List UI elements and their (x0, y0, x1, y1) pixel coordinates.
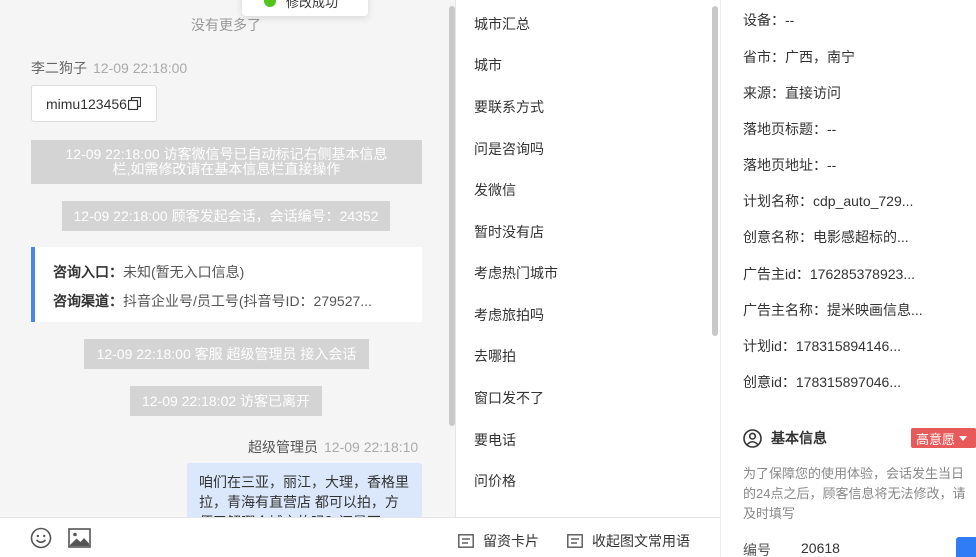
info-landing-title: 落地页标题：-- (743, 121, 837, 137)
intent-level-label: 高意愿 (916, 431, 956, 447)
collapse-phrases-button[interactable]: 收起图文常用语 (567, 531, 690, 551)
quick-reply-item[interactable]: 问价格 (474, 471, 516, 491)
lead-card-button[interactable]: 留资卡片 (458, 531, 539, 551)
wechat-id-text: mimu123456 (46, 95, 127, 112)
basic-info-section-title: 基本信息 (743, 428, 827, 448)
toast-text: 修改成功 (286, 0, 339, 10)
chat-message-list[interactable]: 没有更多了 李二狗子 12-09 22:18:00 mimu123456 12-0… (0, 0, 456, 517)
quick-reply-item[interactable]: 问是咨询吗 (474, 139, 544, 159)
info-plan-id: 计划id：178315894146... (743, 338, 901, 354)
quick-reply-item[interactable]: 窗口发不了 (474, 388, 544, 408)
quick-reply-item[interactable]: 城市 (474, 55, 502, 75)
visitor-time: 12-09 22:18:00 (93, 60, 188, 76)
lead-card-label: 留资卡片 (483, 533, 539, 549)
info-advertiser-id: 广告主id：176285378923... (743, 266, 915, 282)
image-icon[interactable] (68, 528, 91, 548)
consult-entry-row: 咨询入口：未知(暂无入口信息) (53, 258, 413, 287)
floating-action-button[interactable] (956, 537, 976, 557)
consult-channel-value: 抖音企业号/员工号(抖音号ID：279527... (123, 293, 372, 309)
quick-reply-item[interactable]: 城市汇总 (474, 14, 530, 34)
edit-notice: 为了保障您的使用体验，会话发生当日的24点之后，顾客信息将无法修改，请及时填写 (743, 466, 966, 521)
agent-name: 超级管理员 (248, 439, 318, 455)
quick-reply-item[interactable]: 发微信 (474, 180, 516, 200)
consult-channel-row: 咨询渠道：抖音企业号/员工号(抖音号ID：279527... (53, 287, 413, 316)
system-message: 12-09 22:18:00 客服 超级管理员 接入会话 (84, 339, 369, 369)
consult-info-card: 咨询入口：未知(暂无入口信息) 咨询渠道：抖音企业号/员工号(抖音号ID：279… (31, 247, 422, 322)
visitor-info-panel: 设备：-- 省市：广西，南宁 来源：直接访问 落地页标题：-- 落地页地址：--… (720, 0, 976, 557)
chat-panel: 没有更多了 李二狗子 12-09 22:18:00 mimu123456 12-0… (0, 0, 456, 557)
agent-message-bubble: 咱们在三亚，丽江，大理，香格里拉，青海有直营店 都可以拍，方便了解哪个城市的吗？… (187, 463, 422, 517)
success-check-icon (264, 0, 276, 7)
info-advertiser-name: 广告主名称：提米映画信息... (743, 302, 923, 318)
quick-reply-item[interactable]: 去哪拍 (474, 346, 516, 366)
number-value: 20618 (801, 540, 840, 556)
system-message: 12-09 22:18:00 访客微信号已自动标记右侧基本信息栏,如需修改请在基… (31, 140, 422, 184)
quick-reply-item[interactable]: 考虑热门城市 (474, 263, 558, 283)
info-creative-id: 创意id：178315897046... (743, 374, 901, 390)
quick-reply-item[interactable]: 要电话 (474, 430, 516, 450)
number-label: 编号 (743, 542, 771, 557)
quick-reply-item[interactable]: 要联系方式 (474, 97, 544, 117)
success-toast: 修改成功 (242, 0, 368, 16)
chat-scrollbar[interactable] (449, 6, 455, 426)
chevron-down-icon (959, 435, 968, 441)
wechat-id-message: mimu123456 (31, 85, 157, 122)
system-message: 12-09 22:18:02 访客已离开 (130, 386, 322, 416)
quick-reply-toolbar: 留资卡片 收起图文常用语 (456, 517, 720, 557)
intent-level-dropdown[interactable]: 高意愿 (911, 428, 976, 448)
message-icon (567, 534, 583, 548)
system-message: 12-09 22:18:00 顾客发起会话，会话编号：24352 (62, 201, 390, 231)
chat-input-toolbar (0, 517, 456, 557)
quick-reply-scrollbar[interactable] (712, 6, 718, 336)
agent-time: 12-09 22:18:10 (324, 439, 419, 455)
info-source: 来源：直接访问 (743, 85, 841, 101)
consult-channel-label: 咨询渠道： (53, 293, 123, 309)
quick-reply-panel: 城市汇总 城市 要联系方式 问是咨询吗 发微信 暂时没有店 考虑热门城市 考虑旅… (456, 0, 720, 517)
consult-entry-value: 未知(暂无入口信息) (123, 264, 245, 280)
info-landing-url: 落地页地址：-- (743, 157, 837, 173)
info-creative-name: 创意名称：电影感超标的... (743, 229, 909, 245)
quick-reply-item[interactable]: 暂时没有店 (474, 222, 544, 242)
basic-info-title-text: 基本信息 (771, 430, 827, 446)
collapse-phrases-label: 收起图文常用语 (592, 533, 690, 549)
visitor-sender-line: 李二狗子 12-09 22:18:00 (31, 58, 187, 78)
user-icon (743, 428, 762, 448)
agent-sender-line: 超级管理员 12-09 22:18:10 (248, 437, 418, 457)
info-device: 设备：-- (743, 12, 795, 28)
emoji-icon[interactable] (30, 527, 52, 549)
quick-reply-item[interactable]: 考虑旅拍吗 (474, 305, 544, 325)
no-more-label: 没有更多了 (191, 17, 261, 33)
info-region: 省市：广西，南宁 (743, 49, 855, 65)
card-icon (458, 534, 474, 548)
copy-icon[interactable] (127, 97, 141, 110)
info-plan-name: 计划名称：cdp_auto_729... (743, 193, 914, 209)
consult-entry-label: 咨询入口： (53, 264, 123, 280)
visitor-name: 李二狗子 (31, 60, 87, 76)
